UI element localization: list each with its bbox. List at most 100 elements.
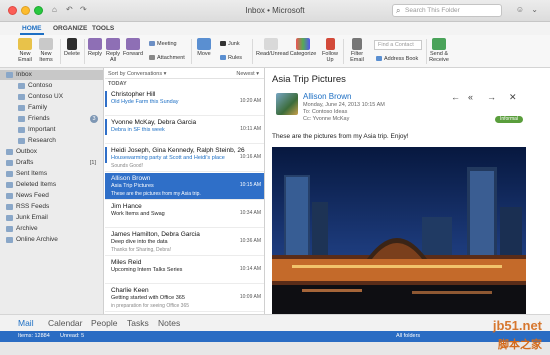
categorize-button[interactable]: Categorize xyxy=(288,38,318,57)
folder-item[interactable]: Research xyxy=(0,136,103,146)
nav-people[interactable]: People xyxy=(91,318,117,328)
folder-label: Inbox xyxy=(16,71,32,78)
rules-button[interactable]: Rules xyxy=(220,55,242,62)
status-items: Items: 12884 xyxy=(18,333,50,339)
attached-photo xyxy=(272,147,526,314)
reply-all-button[interactable]: Reply All xyxy=(104,38,122,63)
message-row[interactable]: Heidi Joseph, Gina Kennedy, Ralph Steinb… xyxy=(105,145,264,172)
attachment-button[interactable]: Attachment xyxy=(149,55,185,62)
folder-item[interactable]: News Feed xyxy=(0,191,103,201)
new-email-button[interactable]: New Email xyxy=(14,38,36,63)
order-dropdown[interactable]: Newest ▾ xyxy=(236,71,259,77)
folder-icon xyxy=(18,105,25,111)
folder-item[interactable]: Deleted Items xyxy=(0,180,103,190)
search-icon: ⌕ xyxy=(396,6,401,15)
category-tag[interactable]: Informal xyxy=(494,116,523,123)
reply-all-label: Reply All xyxy=(105,51,121,63)
close-icon[interactable]: ✕ xyxy=(509,92,517,103)
folder-item[interactable]: Inbox xyxy=(0,70,103,80)
address-book-button[interactable]: Address Book xyxy=(376,56,418,63)
message-time: 10:20 AM xyxy=(239,98,261,104)
reply-label: Reply xyxy=(87,51,103,57)
nav-notes[interactable]: Notes xyxy=(158,318,180,328)
meeting-button[interactable]: Meeting xyxy=(149,41,177,48)
meeting-icon xyxy=(149,41,155,47)
search-input[interactable]: ⌕ Search This Folder xyxy=(392,4,502,17)
reply-icon xyxy=(88,38,102,50)
folder-label: Important xyxy=(28,126,56,133)
folder-label: Friends xyxy=(28,115,50,122)
folder-label: Archive xyxy=(16,225,38,232)
tab-home[interactable]: HOME xyxy=(20,25,43,35)
reply-all-arrow-icon[interactable]: « xyxy=(468,92,473,102)
rss-icon xyxy=(6,204,13,210)
message-row[interactable]: Christopher Hill Old Hyde Farm this Sunda… xyxy=(105,89,264,116)
tab-tools[interactable]: TOOLS xyxy=(92,25,114,32)
unread-indicator xyxy=(105,119,107,135)
new-items-icon xyxy=(39,38,53,50)
forward-arrow-icon[interactable]: → xyxy=(487,92,496,102)
folder-item[interactable]: Online Archive xyxy=(0,235,103,245)
folder-item[interactable]: Outbox xyxy=(0,147,103,157)
folder-item[interactable]: Archive xyxy=(0,224,103,234)
folder-item[interactable]: Important xyxy=(0,125,103,135)
message-subject: Getting started with Office 365 xyxy=(111,295,185,301)
nav-mail[interactable]: Mail xyxy=(18,318,34,328)
folder-item[interactable]: Family xyxy=(0,103,103,113)
sort-by-dropdown[interactable]: Sort by Conversations ▾ xyxy=(108,71,166,77)
message-time: 10:34 AM xyxy=(239,210,261,216)
rules-icon xyxy=(220,55,226,61)
message-row[interactable]: Charlie Keen Getting started with Office … xyxy=(105,285,264,312)
message-subject: Old Hyde Farm this Sunday xyxy=(111,99,179,105)
folder-item[interactable]: Junk Email xyxy=(0,213,103,223)
unread-indicator xyxy=(105,91,107,107)
forward-button[interactable]: Forward xyxy=(122,38,144,57)
archive-icon xyxy=(6,237,13,243)
message-row[interactable]: Jim Hance Work Items and Swag 10:34 AM xyxy=(105,201,264,228)
junk-button[interactable]: Junk xyxy=(220,41,240,48)
delete-button[interactable]: Delete xyxy=(63,38,81,57)
inbox-icon xyxy=(6,72,13,78)
filter-email-button[interactable]: Filter Email xyxy=(346,38,368,63)
address-book-label: Address Book xyxy=(384,56,419,62)
folder-item[interactable]: Drafts [1] xyxy=(0,158,103,168)
meeting-label: Meeting xyxy=(157,41,177,47)
read-unread-button[interactable]: Read/Unread xyxy=(256,38,289,57)
folder-item[interactable]: Sent Items xyxy=(0,169,103,179)
ribbon-divider xyxy=(60,39,61,64)
message-row[interactable]: Allison Brown Asia Trip Pictures These are… xyxy=(105,173,264,200)
message-row[interactable]: Miles Reid Upcoming Intern Talks Series 10… xyxy=(105,257,264,284)
junk-label: Junk xyxy=(228,41,240,47)
flag-icon xyxy=(325,38,335,50)
nav-calendar[interactable]: Calendar xyxy=(48,318,83,328)
folder-item[interactable]: Contoso xyxy=(0,81,103,91)
folder-label: Family xyxy=(28,104,48,111)
folder-icon xyxy=(18,116,25,122)
folder-item[interactable]: Contoso UX xyxy=(0,92,103,102)
chevron-down-icon[interactable]: ⌄ xyxy=(531,5,538,14)
follow-up-button[interactable]: Follow Up xyxy=(320,38,340,63)
nav-tasks[interactable]: Tasks xyxy=(127,318,149,328)
folder-count-badge: 3 xyxy=(90,115,98,123)
message-row[interactable]: James Hamilton, Debra Garcia Deep dive in… xyxy=(105,229,264,256)
message-body: These are the pictures from my Asia trip… xyxy=(272,133,409,140)
reply-arrow-icon[interactable]: ← xyxy=(451,92,460,102)
folder-item[interactable]: Friends 3 xyxy=(0,114,103,124)
find-contact-input[interactable]: Find a Contact xyxy=(374,40,422,50)
reply-button[interactable]: Reply xyxy=(86,38,104,57)
folder-item[interactable]: RSS Feeds xyxy=(0,202,103,212)
message-preview: These are the pictures from my Asia trip… xyxy=(111,191,201,197)
send-receive-button[interactable]: Send & Receive xyxy=(428,38,450,63)
smiley-icon[interactable]: ☺ xyxy=(516,5,524,14)
tab-organize[interactable]: ORGANIZE xyxy=(53,25,87,32)
move-button[interactable]: Move xyxy=(195,38,213,57)
title-bar: ⌂ ↶ ↷ Inbox • Microsoft ⌕ Search This Fo… xyxy=(0,0,550,22)
group-header-today: TODAY xyxy=(108,81,127,87)
message-sender[interactable]: Allison Brown xyxy=(303,92,351,101)
move-icon xyxy=(197,38,211,50)
folder-label: Online Archive xyxy=(16,236,58,243)
message-row[interactable]: Yvonne McKay, Debra Garcia Debra in SF th… xyxy=(105,117,264,144)
new-items-button[interactable]: New Items xyxy=(36,38,56,63)
folder-label: Deleted Items xyxy=(16,181,57,188)
module-nav-bar: Mail Calendar People Tasks Notes xyxy=(0,314,550,331)
